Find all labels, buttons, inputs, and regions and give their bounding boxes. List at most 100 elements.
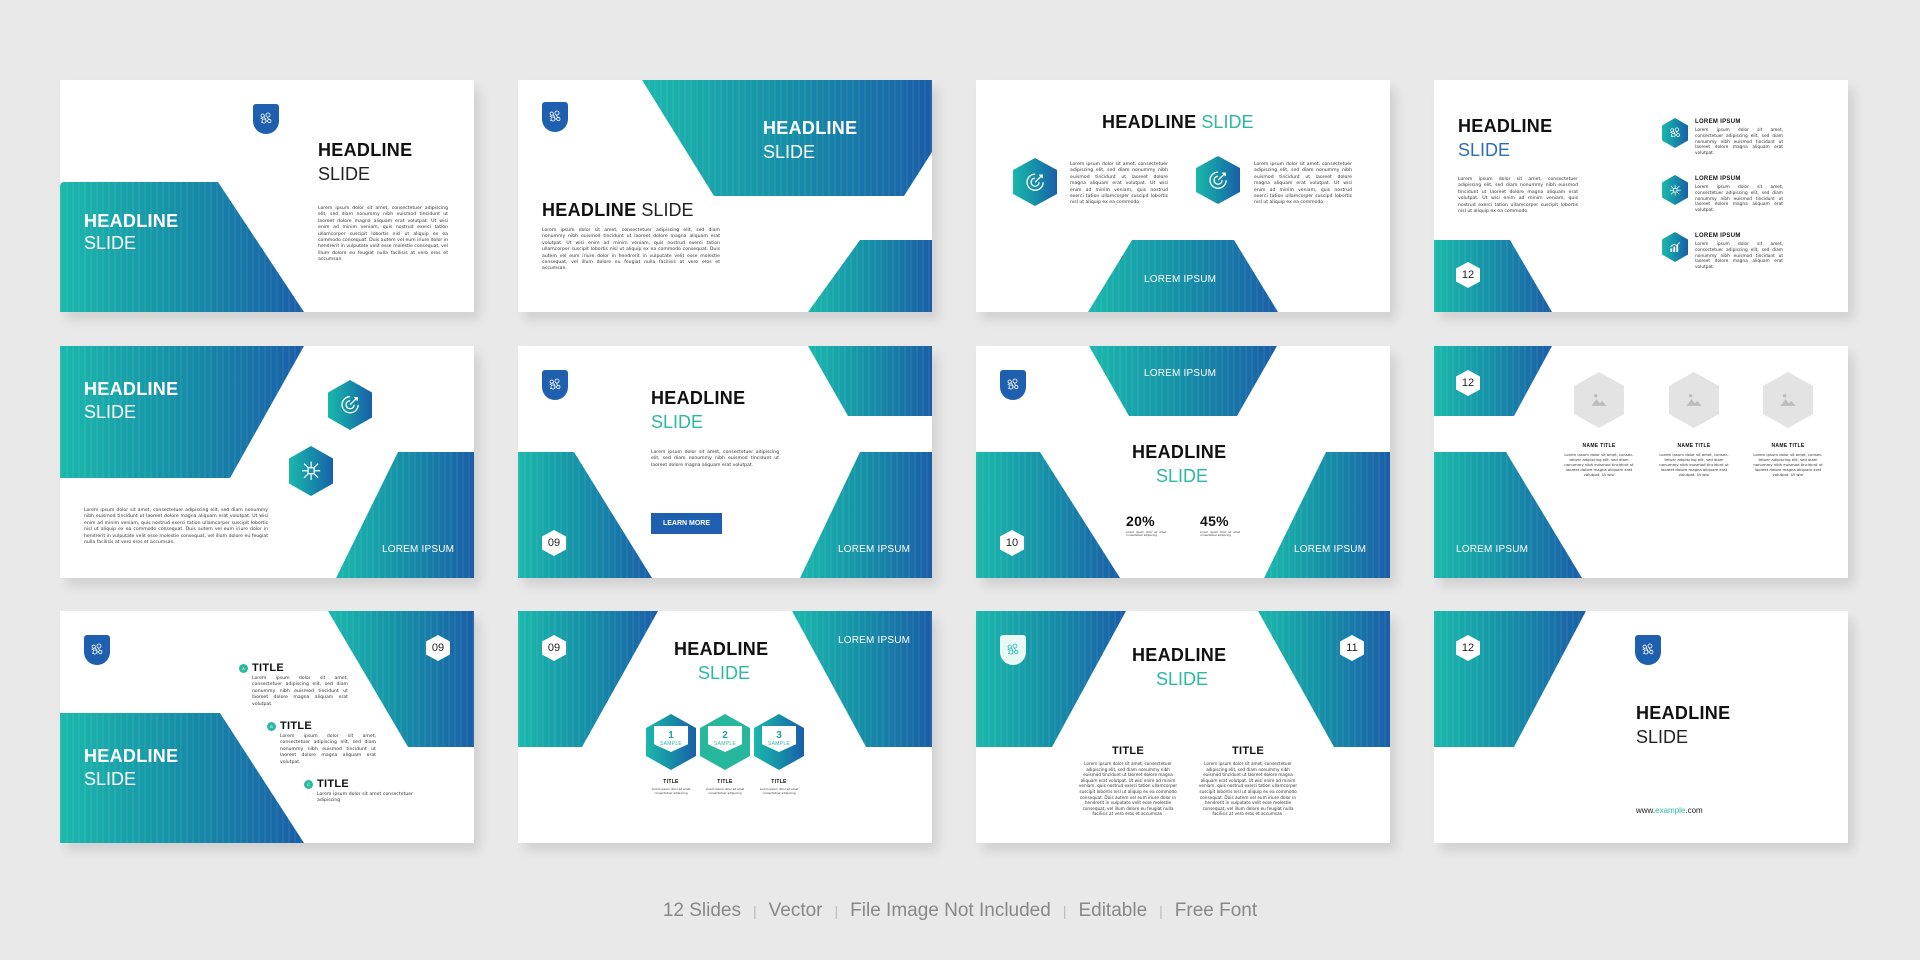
panel-headline: HEADLINE bbox=[84, 211, 179, 231]
panel-label: LOREM IPSUM bbox=[1456, 544, 1529, 555]
slide-5[interactable]: HEADLINE SLIDE LOREM IPSUM Lorem ipsum d… bbox=[60, 346, 474, 578]
item-text-3: Lorem ipsum dolor sit amet, consectetuer… bbox=[1695, 242, 1783, 271]
caption-item: Free Font bbox=[1174, 900, 1258, 921]
panel-label: LOREM IPSUM bbox=[838, 544, 911, 555]
slide-1[interactable]: HEADLINE SLIDE HEADLINE SLIDE Lorem ipsu… bbox=[60, 80, 474, 312]
brain-circuit-icon bbox=[258, 111, 274, 127]
item-title-a: TITLE bbox=[252, 662, 285, 674]
person-text-2: Lorem ipsum dolor sit amet, consec- tetu… bbox=[1659, 452, 1729, 477]
logo-shield bbox=[1000, 370, 1026, 400]
column-title-1: TITLE bbox=[1111, 745, 1145, 757]
stat-value-1: 20% bbox=[1126, 513, 1155, 529]
panel-subheadline: SLIDE bbox=[84, 402, 137, 422]
target-icon bbox=[1023, 169, 1047, 195]
target-icon bbox=[338, 391, 362, 419]
hex-icon-3 bbox=[1662, 232, 1688, 262]
column-title-2: TITLE bbox=[1231, 745, 1265, 757]
target-icon bbox=[1206, 167, 1230, 193]
slide-4[interactable]: HEADLINE SLIDE Lorem ipsum dolor sit ame… bbox=[1434, 80, 1848, 312]
gradient-panel-left bbox=[518, 452, 652, 578]
gradient-panel-bottom bbox=[808, 240, 932, 312]
column-text-2: Lorem ipsum dolor sit amet, consectetuer… bbox=[1198, 761, 1298, 817]
slide-8[interactable]: 12 LOREM IPSUM NAME TITLE Lorem ipsum do… bbox=[1434, 346, 1848, 578]
caption-separator: | bbox=[1062, 903, 1067, 919]
person-name-1: NAME TITLE bbox=[1582, 443, 1616, 449]
panel-headline: HEADLINE bbox=[763, 118, 858, 138]
step-text-1: Lorem ipsum dolor sit amet consectetuer … bbox=[651, 787, 691, 795]
gradient-panel-top bbox=[1434, 346, 1552, 416]
panel-headline: HEADLINE bbox=[84, 746, 179, 766]
slide-7[interactable]: LOREM IPSUM 10 LOREM IPSUM HEADLINE SLID… bbox=[976, 346, 1390, 578]
gradient-panel-left bbox=[976, 452, 1120, 578]
hex-icon-2 bbox=[1196, 156, 1240, 204]
body-text: Lorem ipsum dolor sit amet, consectetuer… bbox=[651, 450, 779, 468]
slide-12[interactable]: 12 HEADLINE SLIDE www.example.com bbox=[1434, 611, 1848, 843]
item-text-a: Lorem ipsum dolor sit amet, consectetuer… bbox=[252, 676, 348, 707]
brain-circuit-icon bbox=[1005, 377, 1021, 393]
hex-icon-1 bbox=[1662, 118, 1688, 148]
headline-inline: HEADLINE SLIDE bbox=[1102, 112, 1253, 132]
slide-2[interactable]: HEADLINE SLIDE HEADLINE SLIDE Lorem ipsu… bbox=[518, 80, 932, 312]
url-suffix: .com bbox=[1685, 806, 1703, 815]
item-title-3: LOREM IPSUM bbox=[1695, 233, 1741, 239]
image-placeholder-3 bbox=[1763, 372, 1813, 428]
gradient-panel-right bbox=[328, 611, 474, 747]
url-domain: example bbox=[1655, 806, 1686, 815]
slide-9[interactable]: HEADLINE SLIDE 09 A TITLE Lorem ipsum do… bbox=[60, 611, 474, 843]
panel-label: LOREM IPSUM bbox=[382, 544, 455, 555]
subheadline: SLIDE bbox=[641, 200, 694, 220]
gradient-panel-right bbox=[792, 611, 932, 747]
hex-icon-1 bbox=[328, 380, 372, 430]
headline: HEADLINE bbox=[1102, 112, 1197, 132]
subheadline: SLIDE bbox=[1636, 727, 1689, 747]
slide-6[interactable]: 09 LOREM IPSUM HEADLINE SLIDE Lorem ipsu… bbox=[518, 346, 932, 578]
item-title-1: LOREM IPSUM bbox=[1695, 119, 1741, 125]
image-icon bbox=[1778, 390, 1798, 410]
slide-10[interactable]: 09 LOREM IPSUM HEADLINE SLIDE 1 SAMPLE 2S… bbox=[518, 611, 932, 843]
step-title-2: TITLE bbox=[717, 779, 733, 785]
brain-circuit-icon bbox=[547, 377, 563, 393]
feature-caption: 12 Slides | Vector | File Image Not Included… bbox=[0, 900, 1920, 922]
brain-circuit-icon bbox=[89, 642, 105, 658]
logo-shield bbox=[542, 370, 568, 400]
gradient-panel bbox=[1434, 240, 1552, 312]
subheadline: SLIDE bbox=[1156, 466, 1209, 486]
step-hex-1: 1 SAMPLE bbox=[646, 714, 696, 770]
gradient-panel-left bbox=[976, 611, 1126, 747]
website-link[interactable]: www.example.com bbox=[1636, 806, 1703, 816]
gradient-panel-right bbox=[800, 452, 932, 578]
panel-subheadline: SLIDE bbox=[84, 769, 137, 789]
panel-label-top: LOREM IPSUM bbox=[1144, 368, 1217, 379]
slide-3[interactable]: HEADLINE SLIDE Lorem ipsum dolor sit ame… bbox=[976, 80, 1390, 312]
body-text-1: Lorem ipsum dolor sit amet, consectetuer… bbox=[1070, 162, 1168, 206]
headline: HEADLINE bbox=[651, 388, 746, 408]
headline: HEADLINE bbox=[542, 200, 637, 220]
panel-label: LOREM IPSUM bbox=[1294, 544, 1367, 555]
growth-chart-icon bbox=[1668, 239, 1682, 256]
panel-headline: HEADLINE bbox=[84, 379, 179, 399]
slide-11[interactable]: 11 HEADLINE SLIDE TITLE Lorem ipsum dolo… bbox=[976, 611, 1390, 843]
item-title-b: TITLE bbox=[280, 720, 313, 732]
headline: HEADLINE bbox=[1458, 116, 1553, 136]
body-text: Lorem ipsum dolor sit amet, consectetuer… bbox=[318, 206, 448, 263]
network-icon bbox=[299, 457, 323, 485]
stat-caption-2: Lorem ipsum dolor sit amet consectetuer … bbox=[1200, 531, 1240, 538]
brain-circuit-icon bbox=[1640, 642, 1656, 658]
step-label-2: SAMPLE bbox=[713, 741, 737, 747]
image-placeholder-2 bbox=[1669, 372, 1719, 428]
subheadline: SLIDE bbox=[698, 663, 751, 683]
bullet-a-icon: A bbox=[239, 664, 248, 673]
body-text: Lorem ipsum dolor sit amet, consectetuer… bbox=[84, 508, 268, 546]
step-title-3: TITLE bbox=[771, 779, 787, 785]
caption-item: Vector bbox=[768, 900, 823, 921]
gradient-panel-bottom bbox=[1434, 452, 1582, 578]
subheadline: SLIDE bbox=[1201, 112, 1254, 132]
bullet-c-icon: C bbox=[304, 780, 313, 789]
gradient-panel bbox=[1434, 611, 1586, 747]
item-text-2: Lorem ipsum dolor sit amet, consectetuer… bbox=[1695, 185, 1783, 214]
learn-more-button[interactable]: LEARN MORE bbox=[651, 513, 722, 534]
step-label-3: SAMPLE bbox=[767, 741, 791, 747]
caption-item: Editable bbox=[1078, 900, 1148, 921]
headline: HEADLINE bbox=[1636, 703, 1731, 723]
step-text-3: Lorem ipsum dolor sit amet consectetuer … bbox=[759, 787, 799, 795]
